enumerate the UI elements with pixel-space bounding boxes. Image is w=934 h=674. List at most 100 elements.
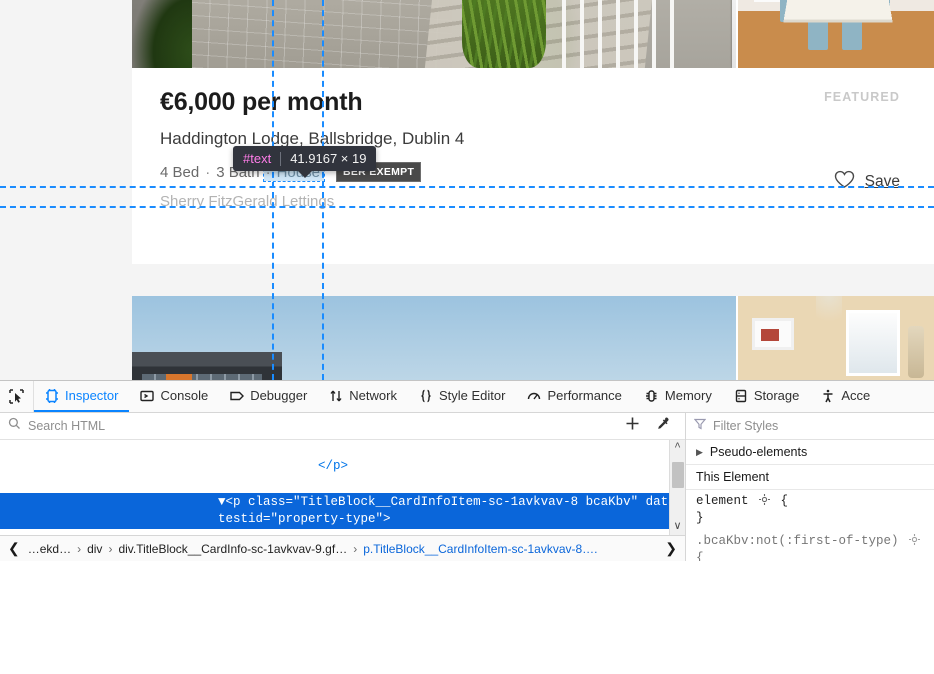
property-gallery-2[interactable] [132, 296, 934, 380]
breadcrumb-item-1[interactable]: div [87, 542, 102, 556]
chevron-right-icon[interactable]: ❯ [663, 540, 679, 557]
photo-floor-lamp [908, 326, 924, 378]
markup-row-close-p[interactable]: </p> [0, 440, 685, 493]
property-card-2[interactable] [132, 296, 934, 380]
breadcrumb-item-2[interactable]: div.TitleBlock__CardInfo-sc-1avkvav-9.gf… [118, 542, 347, 556]
markup-open-tag: <p [225, 495, 249, 509]
property-photo-secondary[interactable] [736, 0, 934, 68]
breadcrumb-separator: › [77, 541, 82, 556]
photo-chair [808, 16, 828, 50]
tab-performance[interactable]: Performance [516, 381, 632, 412]
devtools-toolbar: Inspector Console Debugger Network Style… [0, 381, 934, 413]
photo-chandelier [816, 296, 842, 330]
pseudo-elements-label: Pseudo-elements [709, 445, 808, 459]
photo-chair [842, 16, 862, 50]
inspector-markup-pane: Search HTML </p> ▼<p class="TitleBlock__… [0, 413, 686, 561]
heart-icon [834, 170, 855, 194]
tab-storage[interactable]: Storage [723, 381, 811, 412]
tab-accessibility-label: Acce [841, 388, 871, 403]
screen: LUXURY LET [0, 0, 934, 674]
markup-twisty[interactable]: ▼ [218, 495, 226, 509]
element-highlight-tooltip: #text 41.9167 × 19 [233, 146, 377, 178]
tab-inspector-label: Inspector [65, 388, 119, 403]
web-page-viewport: LUXURY LET [0, 0, 934, 380]
property-photo-main-2[interactable] [132, 296, 736, 380]
rule-bcakbv[interactable]: .bcaKbv:not(:first-of-type) { [686, 530, 934, 561]
rule-element[interactable]: element { } [686, 490, 934, 530]
tab-network-label: Network [349, 388, 397, 403]
photo-wall-art [752, 318, 794, 350]
tab-style-editor[interactable]: Style Editor [408, 381, 516, 412]
filter-styles-bar[interactable]: Filter Styles [686, 413, 934, 440]
triangle-right-icon[interactable]: ▶ [696, 447, 703, 458]
property-price: €6,000 per month [160, 88, 363, 116]
markup-row-selected[interactable]: ▼<p class="TitleBlock__CardInfoItem-sc-1… [0, 493, 685, 529]
photo-dining-table [783, 0, 893, 20]
search-input[interactable]: Search HTML [28, 419, 105, 433]
save-button[interactable]: Save [834, 170, 900, 194]
tooltip-dimensions: 41.9167 × 19 [290, 151, 367, 166]
tab-network[interactable]: Network [318, 381, 408, 412]
property-photo-secondary-2[interactable] [736, 296, 934, 380]
scroll-down-arrow[interactable]: ∨ [673, 519, 681, 535]
element-picker-icon[interactable] [0, 381, 34, 412]
property-card-1[interactable]: LUXURY LET [132, 0, 934, 264]
html-search-bar[interactable]: Search HTML [0, 413, 685, 440]
markup-scrollbar[interactable]: ^ ∨ [669, 440, 685, 535]
markup-testid-value: "property-type" [270, 512, 384, 526]
breadcrumb-item-3[interactable]: p.TitleBlock__CardInfoItem-sc-1avkvav-8…… [363, 542, 597, 556]
style-rules-list: ▶ Pseudo-elements This Element element {… [686, 440, 934, 561]
chevron-left-icon[interactable]: ❮ [6, 540, 22, 557]
scrollbar-thumb[interactable] [671, 462, 684, 488]
filter-styles-input[interactable]: Filter Styles [713, 419, 778, 433]
markup-close-tag: </p> [318, 459, 349, 473]
tab-memory-label: Memory [664, 388, 712, 403]
tab-inspector[interactable]: Inspector [34, 381, 130, 412]
tab-memory[interactable]: Memory [633, 381, 723, 412]
photo-modern-building [132, 296, 736, 380]
tab-style-editor-label: Style Editor [438, 388, 506, 403]
tab-storage-label: Storage [753, 388, 800, 403]
highlight-node-icon[interactable] [906, 534, 923, 548]
rule-element-selector: element [696, 494, 749, 508]
markup-tree[interactable]: </p> ▼<p class="TitleBlock__CardInfoItem… [0, 440, 685, 535]
save-label: Save [864, 173, 900, 190]
breadcrumb-item-0[interactable]: …ekd… [28, 542, 71, 556]
property-agent[interactable]: Sherry FitzGerald Lettings [160, 193, 906, 210]
rule-bcakbv-selector: .bcaKbv:not(:first-of-type) [696, 534, 899, 548]
tab-debugger[interactable]: Debugger [219, 381, 318, 412]
breadcrumb-separator: › [353, 541, 358, 556]
photo-living-room [738, 296, 934, 380]
scroll-up-arrow[interactable]: ^ [674, 440, 681, 456]
tab-performance-label: Performance [547, 388, 622, 403]
breadcrumb: ❮ …ekd… › div › div.TitleBlock__CardInfo… [0, 535, 685, 561]
search-icon [8, 417, 21, 435]
tab-debugger-label: Debugger [250, 388, 308, 403]
rule-element-close-brace: } [696, 511, 704, 525]
plus-icon[interactable] [625, 416, 640, 436]
property-photo-main[interactable]: LUXURY LET [132, 0, 736, 68]
photo-window-2 [846, 310, 900, 376]
this-element-section: This Element [686, 465, 934, 490]
eyedropper-icon[interactable] [656, 416, 671, 436]
markup-class-value: "TitleBlock__CardInfoItem-sc-1avkvav-8 b… [293, 495, 639, 509]
rule-element-open-brace: { [780, 494, 789, 508]
photo-paving [192, 0, 452, 68]
this-element-label: This Element [696, 470, 769, 484]
tab-console[interactable]: Console [129, 381, 219, 412]
property-beds: 4 Bed [160, 163, 200, 181]
tab-accessibility[interactable]: Acce [810, 381, 881, 412]
property-gallery[interactable]: LUXURY LET [132, 0, 934, 68]
highlight-node-icon[interactable] [756, 494, 781, 508]
photo-bamboo [462, 0, 546, 68]
markup-tag-close: > [383, 512, 391, 526]
photo-white-railings [562, 0, 682, 68]
markup-row-pseudo[interactable]: ::before [0, 529, 685, 535]
devtools-tabs: Inspector Console Debugger Network Style… [34, 381, 881, 412]
devtools-panel: Inspector Console Debugger Network Style… [0, 380, 934, 674]
pseudo-elements-section[interactable]: ▶ Pseudo-elements [686, 440, 934, 465]
devtools-body: Search HTML </p> ▼<p class="TitleBlock__… [0, 413, 934, 561]
rule-bcakbv-open-brace: { [696, 551, 704, 561]
breadcrumb-separator: › [108, 541, 113, 556]
featured-label: FEATURED [824, 90, 900, 104]
